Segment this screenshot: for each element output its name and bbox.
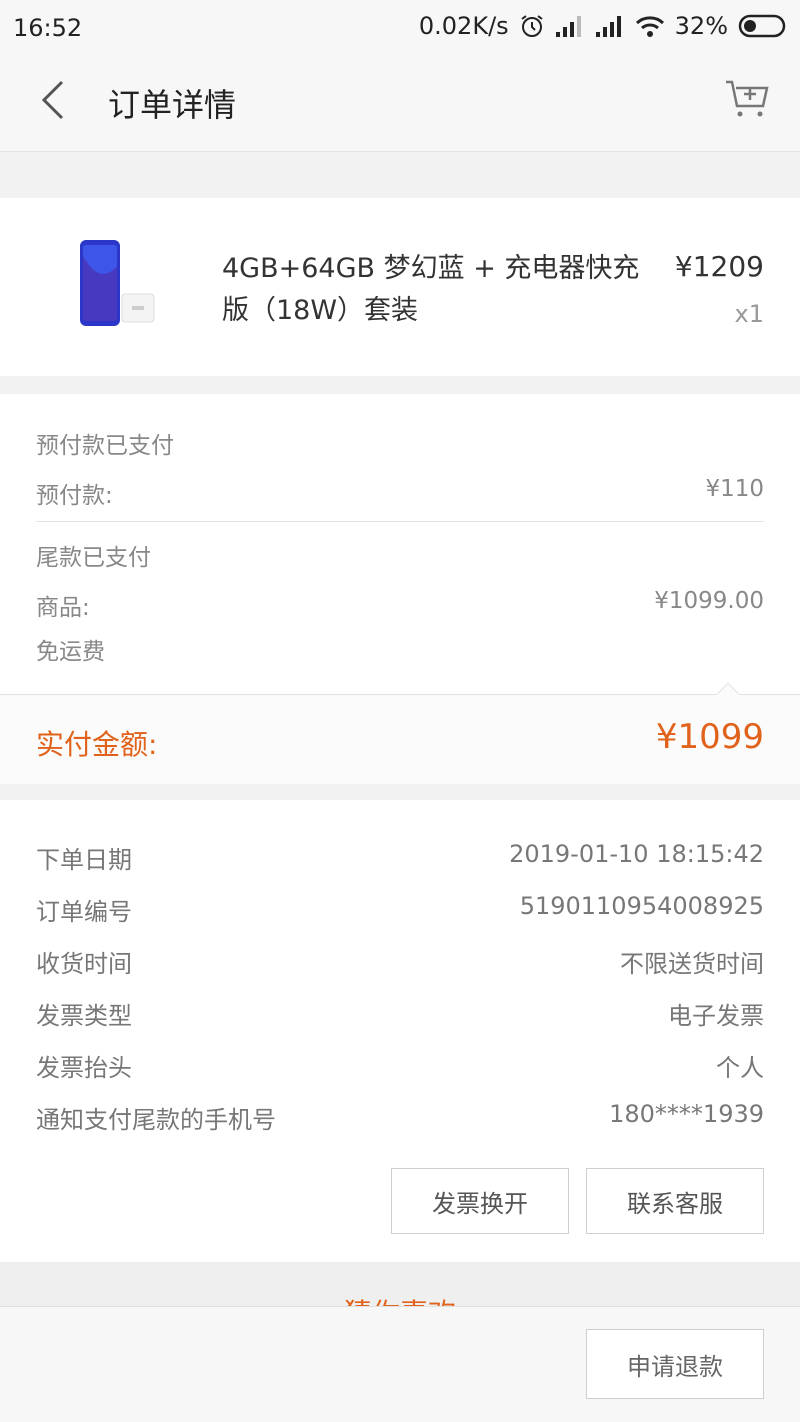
goods-label: 商品: [36, 595, 90, 621]
net-speed: 0.02K/s [418, 12, 509, 40]
product-quantity: x1 [734, 300, 764, 328]
info-row: 订单编号 5190110954008925 [36, 892, 764, 928]
info-label: 通知支付尾款的手机号 [36, 1106, 276, 1134]
info-label: 收货时间 [36, 950, 132, 978]
product-name: 4GB+64GB 梦幻蓝 + 充电器快充版（18W）套装 [222, 253, 640, 326]
info-value: 电子发票 [668, 1002, 764, 1030]
order-info-card: 下单日期 2019-01-10 18:15:42 订单编号 5190110954… [0, 800, 800, 1262]
product-price: ¥1209 [674, 250, 764, 283]
info-label: 订单编号 [36, 898, 132, 926]
info-value: 2019-01-10 18:15:42 [509, 840, 764, 868]
info-label: 下单日期 [36, 846, 132, 874]
invoice-reissue-button[interactable]: 发票换开 [391, 1168, 569, 1234]
contact-service-button[interactable]: 联系客服 [586, 1168, 764, 1234]
signal-icon [555, 14, 585, 38]
bottom-action-bar: 申请退款 [0, 1306, 800, 1422]
info-row: 发票类型 电子发票 [36, 996, 764, 1032]
info-value: 不限送货时间 [620, 950, 764, 978]
signal-icon [595, 14, 625, 38]
status-time: 16:52 [13, 14, 83, 42]
cart-add-icon[interactable] [724, 76, 770, 122]
deposit-row: 预付款: ¥110 [36, 476, 764, 510]
goods-value: ¥1099.00 [654, 588, 764, 614]
total-row: 实付金额: ¥1099 [0, 682, 800, 784]
app-header: 订单详情 [0, 56, 800, 152]
info-row: 发票抬头 个人 [36, 1048, 764, 1084]
info-label: 发票类型 [36, 1002, 132, 1030]
goods-row: 商品: ¥1099.00 [36, 588, 764, 622]
alarm-icon [519, 13, 545, 39]
info-value: 个人 [716, 1054, 764, 1082]
info-row: 收货时间 不限送货时间 [36, 944, 764, 980]
battery-icon [738, 13, 788, 39]
recommend-section: 猜你喜欢 [0, 1262, 800, 1308]
deposit-label: 预付款: [36, 483, 113, 509]
deposit-status: 预付款已支付 [36, 433, 174, 459]
info-value: 180****1939 [609, 1100, 764, 1128]
info-value: 5190110954008925 [519, 892, 764, 920]
balance-status: 尾款已支付 [36, 545, 151, 571]
product-card[interactable]: 4GB+64GB 梦幻蓝 + 充电器快充版（18W）套装 ¥1209 x1 [0, 198, 800, 376]
status-bar: 16:52 0.02K/s 32% [0, 0, 800, 56]
total-amount: ¥1099 [655, 717, 764, 757]
divider [36, 521, 764, 522]
page-title: 订单详情 [108, 86, 237, 124]
chevron-left-icon[interactable] [36, 78, 76, 122]
total-label: 实付金额: [36, 728, 158, 761]
product-image [60, 236, 170, 336]
info-row: 通知支付尾款的手机号 180****1939 [36, 1100, 764, 1136]
payment-card: 预付款已支付 预付款: ¥110 尾款已支付 商品: ¥1099.00 免运费 [0, 394, 800, 694]
info-row: 下单日期 2019-01-10 18:15:42 [36, 840, 764, 876]
battery-percent: 32% [674, 12, 728, 40]
wifi-icon [635, 14, 665, 38]
shipping-note: 免运费 [36, 639, 105, 665]
refund-button[interactable]: 申请退款 [586, 1329, 764, 1399]
info-label: 发票抬头 [36, 1054, 132, 1082]
deposit-value: ¥110 [705, 476, 764, 502]
